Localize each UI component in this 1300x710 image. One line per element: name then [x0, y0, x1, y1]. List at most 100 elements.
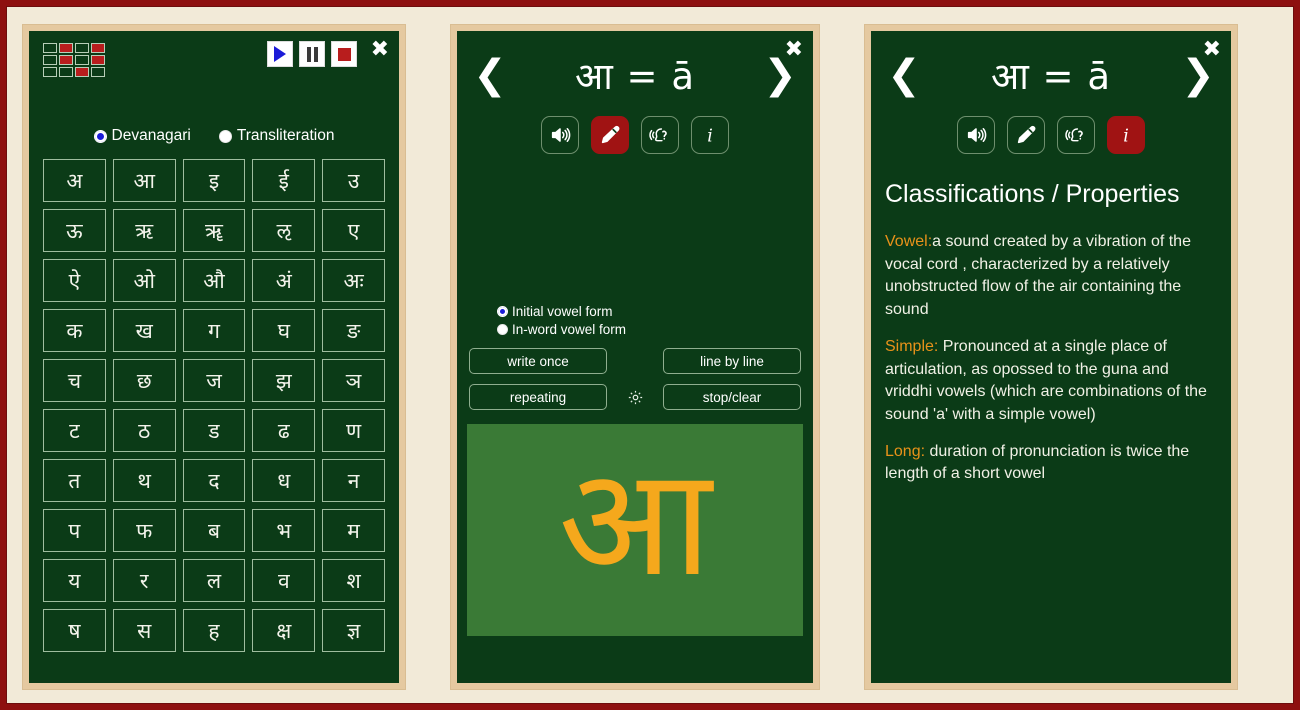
letter-cell[interactable]: झ — [252, 359, 316, 402]
speaker-icon — [965, 124, 987, 146]
letter-cell[interactable]: ढ — [252, 409, 316, 452]
close-icon[interactable]: ✖ — [785, 39, 803, 61]
letter-cell[interactable]: भ — [252, 509, 316, 552]
vowel-form-inword[interactable]: In-word vowel form — [497, 322, 813, 337]
gear-icon[interactable] — [607, 389, 663, 406]
letter-cell[interactable]: ञ — [322, 359, 385, 402]
play-button[interactable] — [267, 41, 293, 67]
letter-cell[interactable]: ब — [182, 509, 246, 552]
info-icon: i — [1115, 124, 1137, 146]
panel2-board: ✖ ❮ आ = ā ❯ i Initial vowel form In-word… — [457, 31, 813, 683]
line-by-line-button[interactable]: line by line — [663, 348, 801, 374]
letter-cell[interactable]: ख — [112, 309, 176, 352]
letter-cell[interactable]: ॠ — [182, 209, 246, 252]
repeating-button[interactable]: repeating — [469, 384, 607, 410]
letter-cell[interactable]: ठ — [112, 409, 176, 452]
vowel-form-label: Initial vowel form — [512, 304, 613, 319]
radio-icon — [218, 129, 232, 143]
speaker-button[interactable] — [957, 116, 995, 154]
letter-cell[interactable]: स — [112, 609, 176, 652]
letter-cell[interactable]: ड — [182, 409, 246, 452]
writing-canvas[interactable]: आ — [467, 424, 803, 636]
script-mode-transliteration[interactable]: Transliteration — [218, 127, 334, 145]
info-button[interactable]: i — [1107, 116, 1145, 154]
letter-cell[interactable]: घ — [252, 309, 316, 352]
letter-cell[interactable]: ट — [43, 409, 106, 452]
letter-cell[interactable]: ऊ — [43, 209, 106, 252]
panel2-mode-icons: i — [457, 116, 813, 154]
info-entry: Vowel:a sound created by a vibration of … — [885, 231, 1217, 322]
grid-icon-cell — [75, 43, 89, 53]
radio-icon — [497, 324, 508, 335]
letter-cell[interactable]: श — [322, 559, 385, 602]
pronounce-button[interactable] — [641, 116, 679, 154]
letter-cell[interactable]: औ — [182, 259, 246, 302]
close-icon[interactable]: ✖ — [371, 39, 389, 61]
grid-icon-cell — [43, 55, 57, 65]
pronounce-icon — [1065, 124, 1087, 146]
letter-cell[interactable]: म — [322, 509, 385, 552]
speaker-icon — [549, 124, 571, 146]
letter-cell[interactable]: अं — [252, 259, 316, 302]
panel1-toolbar — [29, 31, 399, 79]
stop-button[interactable] — [331, 41, 357, 67]
info-button[interactable]: i — [691, 116, 729, 154]
svg-text:i: i — [707, 126, 713, 146]
script-mode-devanagari[interactable]: Devanagari — [93, 127, 191, 145]
close-icon[interactable]: ✖ — [1203, 39, 1221, 61]
letter-cell[interactable]: र — [112, 559, 176, 602]
prev-character-button[interactable]: ❮ — [473, 55, 507, 95]
script-mode-label: Devanagari — [111, 127, 191, 144]
speaker-button[interactable] — [541, 116, 579, 154]
prev-character-button[interactable]: ❮ — [887, 55, 921, 95]
pronounce-button[interactable] — [1057, 116, 1095, 154]
grid-icon-cell — [75, 67, 89, 77]
write-once-button[interactable]: write once — [469, 348, 607, 374]
letter-cell[interactable]: ध — [252, 459, 316, 502]
page-title: आ = ā — [990, 55, 1111, 98]
letter-cell[interactable]: न — [322, 459, 385, 502]
letter-cell[interactable]: फ — [112, 509, 176, 552]
letter-cell[interactable]: अः — [322, 259, 385, 302]
panel2-header: ❮ आ = ā ❯ — [457, 31, 813, 100]
pencil-button[interactable] — [1007, 116, 1045, 154]
letter-cell[interactable]: ष — [43, 609, 106, 652]
letter-cell[interactable]: त — [43, 459, 106, 502]
letter-cell[interactable]: ओ — [112, 259, 176, 302]
pause-button[interactable] — [299, 41, 325, 67]
letter-cell[interactable]: इ — [182, 159, 246, 202]
grid-icon-cell — [91, 67, 105, 77]
letter-cell[interactable]: ह — [182, 609, 246, 652]
letter-cell[interactable]: च — [43, 359, 106, 402]
letter-cell[interactable]: ऐ — [43, 259, 106, 302]
letter-cell[interactable]: ल — [182, 559, 246, 602]
stop-clear-button[interactable]: stop/clear — [663, 384, 801, 410]
info-body: Classifications / Properties Vowel:a sou… — [871, 154, 1231, 486]
letter-cell[interactable]: व — [252, 559, 316, 602]
vowel-form-initial[interactable]: Initial vowel form — [497, 304, 813, 319]
letter-cell[interactable]: थ — [112, 459, 176, 502]
letter-cell[interactable]: द — [182, 459, 246, 502]
grid-icon-cell — [91, 43, 105, 53]
letter-cell[interactable]: ङ — [322, 309, 385, 352]
letter-cell[interactable]: ई — [252, 159, 316, 202]
letter-cell[interactable]: ज्ञ — [322, 609, 385, 652]
letter-cell[interactable]: अ — [43, 159, 106, 202]
grid-icon[interactable] — [43, 43, 105, 77]
letter-cell[interactable]: य — [43, 559, 106, 602]
letter-cell[interactable]: ए — [322, 209, 385, 252]
letter-cell[interactable]: ऌ — [252, 209, 316, 252]
info-term: Long: — [885, 442, 926, 460]
letter-cell[interactable]: ग — [182, 309, 246, 352]
letter-cell[interactable]: ज — [182, 359, 246, 402]
letter-cell[interactable]: ऋ — [112, 209, 176, 252]
letter-cell[interactable]: क्ष — [252, 609, 316, 652]
letter-cell[interactable]: उ — [322, 159, 385, 202]
letter-cell[interactable]: ण — [322, 409, 385, 452]
letter-cell[interactable]: क — [43, 309, 106, 352]
letter-cell[interactable]: आ — [112, 159, 176, 202]
letter-cell[interactable]: प — [43, 509, 106, 552]
vowel-form-label: In-word vowel form — [512, 322, 627, 337]
letter-cell[interactable]: छ — [112, 359, 176, 402]
pencil-button[interactable] — [591, 116, 629, 154]
